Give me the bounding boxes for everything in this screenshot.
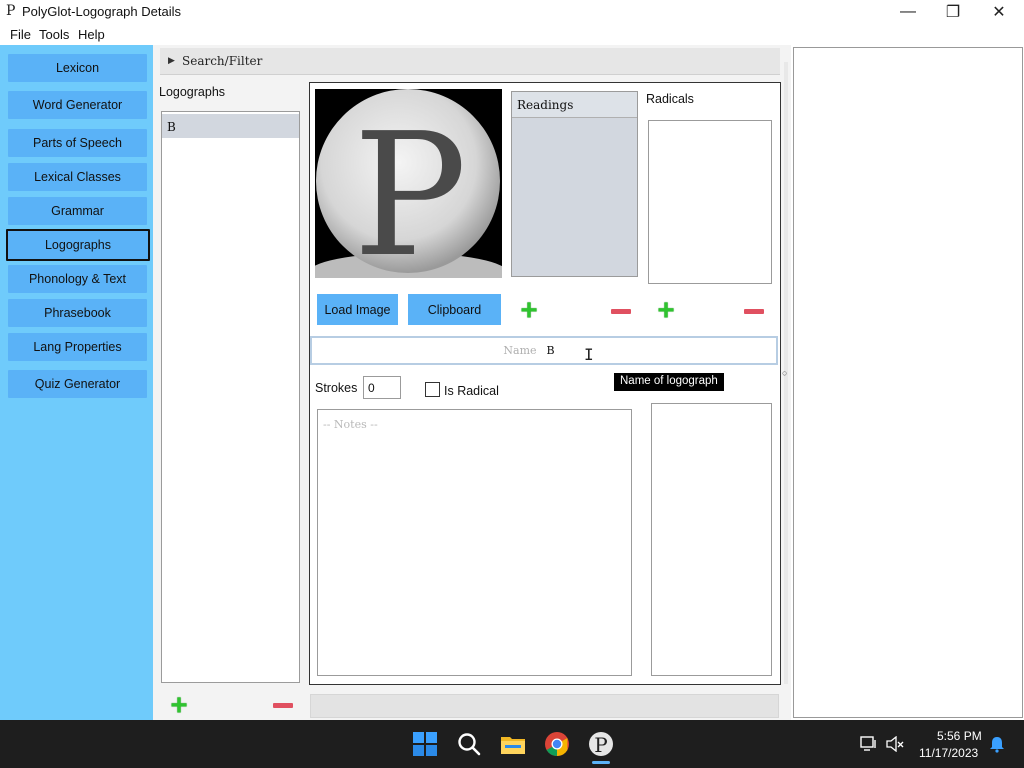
logographs-list-label: Logographs bbox=[159, 85, 226, 99]
clipboard-button[interactable]: Clipboard bbox=[408, 294, 501, 325]
status-bar bbox=[310, 694, 779, 718]
delete-reading-icon[interactable] bbox=[611, 309, 631, 314]
list-item[interactable]: B bbox=[162, 114, 299, 138]
clock-date[interactable]: 11/17/2023 bbox=[919, 746, 978, 760]
polyglot-logo-icon: P bbox=[315, 89, 502, 278]
file-explorer-icon[interactable] bbox=[500, 731, 526, 757]
search-filter-label[interactable]: Search/Filter bbox=[182, 54, 262, 68]
sidebar-item-phrasebook[interactable]: Phrasebook bbox=[8, 299, 147, 327]
add-logograph-icon[interactable]: + bbox=[167, 691, 191, 721]
menu-help[interactable]: Help bbox=[78, 27, 105, 42]
load-image-button[interactable]: Load Image bbox=[317, 294, 398, 325]
is-radical-label[interactable]: Is Radical bbox=[444, 384, 499, 398]
radical-parts-list[interactable] bbox=[651, 403, 772, 676]
menu-bar: File Tools Help bbox=[0, 23, 1024, 45]
svg-text:P: P bbox=[594, 733, 607, 757]
sidebar: Lexicon Word Generator Parts of Speech L… bbox=[0, 45, 153, 720]
menu-tools[interactable]: Tools bbox=[39, 27, 69, 42]
readings-table[interactable] bbox=[511, 91, 638, 277]
windows-start-icon[interactable] bbox=[412, 731, 438, 757]
logograph-image[interactable]: P bbox=[315, 89, 502, 278]
polyglot-icon[interactable]: P bbox=[588, 731, 614, 757]
text-cursor-icon: I bbox=[584, 345, 594, 364]
logographs-list[interactable] bbox=[161, 111, 300, 683]
right-panel bbox=[793, 47, 1023, 718]
strokes-input[interactable]: 0 bbox=[363, 376, 401, 399]
radicals-label: Radicals bbox=[646, 92, 694, 106]
minimize-button[interactable]: — bbox=[885, 0, 931, 23]
search-icon[interactable] bbox=[456, 731, 482, 757]
sidebar-item-word-generator[interactable]: Word Generator bbox=[8, 91, 147, 119]
app-icon: P bbox=[6, 3, 16, 19]
menu-file[interactable]: File bbox=[10, 27, 31, 42]
notification-bell-icon[interactable] bbox=[988, 735, 1006, 753]
radicals-list[interactable] bbox=[648, 120, 772, 284]
strokes-label: Strokes bbox=[315, 381, 358, 395]
sidebar-item-quiz-generator[interactable]: Quiz Generator bbox=[8, 370, 147, 398]
add-reading-icon[interactable]: + bbox=[517, 296, 541, 326]
sidebar-item-lang-properties[interactable]: Lang Properties bbox=[8, 333, 147, 361]
delete-radical-icon[interactable] bbox=[744, 309, 764, 314]
expand-triangle-icon[interactable]: ▶ bbox=[168, 55, 175, 66]
name-tooltip: Name of logograph bbox=[614, 373, 724, 391]
notes-placeholder: -- Notes -- bbox=[323, 418, 378, 431]
add-radical-icon[interactable]: + bbox=[654, 296, 678, 326]
sidebar-item-lexicon[interactable]: Lexicon bbox=[8, 54, 147, 82]
notes-textarea[interactable] bbox=[317, 409, 632, 676]
readings-header: Readings bbox=[512, 92, 637, 118]
logograph-image-glyph: P bbox=[353, 97, 467, 278]
network-icon[interactable] bbox=[860, 736, 878, 752]
splitter-handle-icon[interactable]: ○ bbox=[782, 368, 787, 378]
sidebar-item-grammar[interactable]: Grammar bbox=[8, 197, 147, 225]
clock-time[interactable]: 5:56 PM bbox=[937, 729, 982, 743]
maximize-button[interactable]: ❐ bbox=[930, 0, 976, 23]
name-field[interactable]: Name B bbox=[310, 336, 778, 365]
volume-muted-icon[interactable] bbox=[886, 735, 904, 753]
name-value: B bbox=[546, 344, 555, 357]
name-placeholder: Name bbox=[503, 344, 537, 357]
delete-logograph-icon[interactable] bbox=[273, 703, 293, 708]
close-button[interactable]: ✕ bbox=[976, 0, 1022, 23]
active-app-indicator bbox=[592, 761, 610, 764]
sidebar-item-phonology-text[interactable]: Phonology & Text bbox=[8, 265, 147, 293]
sidebar-item-lexical-classes[interactable]: Lexical Classes bbox=[8, 163, 147, 191]
chrome-icon[interactable] bbox=[544, 731, 570, 757]
sidebar-item-logographs[interactable]: Logographs bbox=[6, 229, 150, 261]
sidebar-item-parts-of-speech[interactable]: Parts of Speech bbox=[8, 129, 147, 157]
window-title: PolyGlot-Logograph Details bbox=[22, 4, 181, 19]
is-radical-checkbox[interactable] bbox=[425, 382, 440, 397]
